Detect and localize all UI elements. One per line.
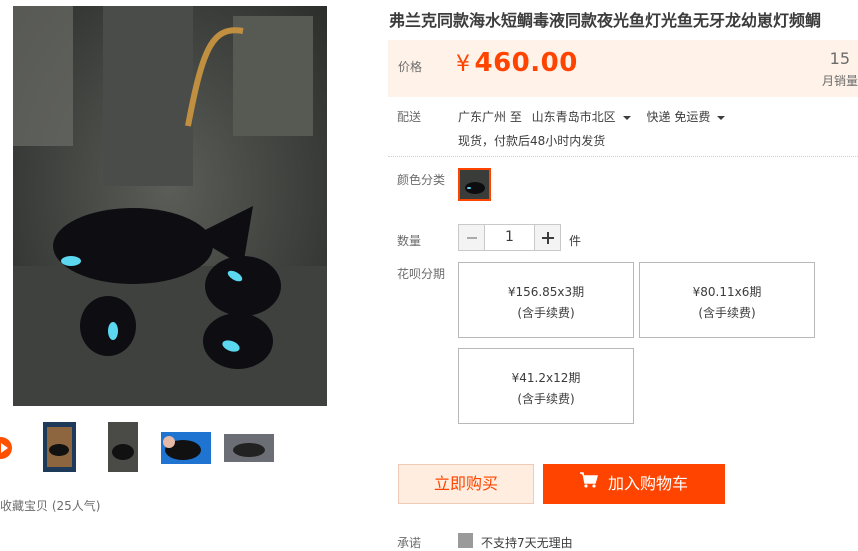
shipping-route: 广东广州 至 山东青岛市北区 快递 免运费 (458, 108, 726, 125)
shipping-destination-select[interactable]: 山东青岛市北区 (532, 110, 631, 124)
quantity-decrease-button[interactable] (458, 224, 485, 251)
checkbox-icon (458, 533, 473, 548)
installment-option-3[interactable]: ¥156.85x3期 (含手续费) (458, 262, 634, 338)
add-to-cart-label: 加入购物车 (607, 474, 688, 493)
main-product-image[interactable] (13, 6, 327, 406)
installment-fee: (含手续费) (517, 306, 575, 320)
shipping-method-select[interactable]: 快递 免运费 (647, 110, 726, 124)
price-value: ¥460.00 (456, 48, 578, 78)
currency-symbol: ¥ (456, 52, 471, 77)
color-label: 颜色分类 (397, 173, 446, 187)
installment-amount: ¥156.85x3期 (507, 285, 585, 299)
favorite-count[interactable]: 收藏宝贝 (25人气) (0, 497, 100, 514)
monthly-sales-count: 15 (829, 49, 850, 68)
thumbnail-1[interactable] (43, 422, 76, 472)
installment-fee: (含手续费) (517, 392, 575, 406)
color-option-swatch[interactable] (458, 168, 491, 201)
installment-amount: ¥80.11x6期 (692, 285, 762, 299)
thumbnail-3[interactable] (161, 432, 211, 464)
quantity-increase-button[interactable] (534, 224, 561, 251)
shipping-method: 快递 免运费 (646, 110, 711, 124)
shipping-label: 配送 (397, 110, 422, 124)
chevron-down-icon (717, 115, 726, 120)
product-title: 弗兰克同款海水短鲷毒液同款夜光鱼灯光鱼无牙龙幼崽灯频鲷 (389, 11, 822, 30)
thumbnail-4[interactable] (224, 434, 274, 462)
installment-amount: ¥41.2x12期 (511, 371, 581, 385)
price-label: 价格 (398, 60, 423, 74)
quantity-input[interactable]: 1 (485, 224, 534, 251)
installment-option-6[interactable]: ¥80.11x6期 (含手续费) (639, 262, 815, 338)
monthly-sales-label: 月销量 (821, 74, 858, 88)
cart-icon (579, 463, 598, 503)
quantity-label: 数量 (397, 234, 422, 248)
shipping-note: 现货，付款后48小时内发货 (458, 134, 606, 148)
shipping-destination: 山东青岛市北区 (531, 110, 616, 124)
add-to-cart-button[interactable]: 加入购物车 (543, 464, 725, 504)
video-play-icon[interactable] (0, 437, 12, 459)
installment-label: 花呗分期 (397, 267, 446, 281)
installment-fee: (含手续费) (698, 306, 756, 320)
thumbnail-2[interactable] (108, 422, 138, 472)
quantity-unit: 件 (569, 234, 582, 248)
divider (388, 156, 858, 157)
shipping-from: 广东广州 至 (458, 110, 522, 124)
buy-now-button[interactable]: 立即购买 (398, 464, 534, 504)
price-amount: 460.00 (474, 48, 578, 78)
chevron-down-icon (622, 115, 631, 120)
price-box: 价格 ¥460.00 15 月销量 (388, 40, 858, 97)
installment-option-12[interactable]: ¥41.2x12期 (含手续费) (458, 348, 634, 424)
fish-photo (13, 6, 327, 406)
